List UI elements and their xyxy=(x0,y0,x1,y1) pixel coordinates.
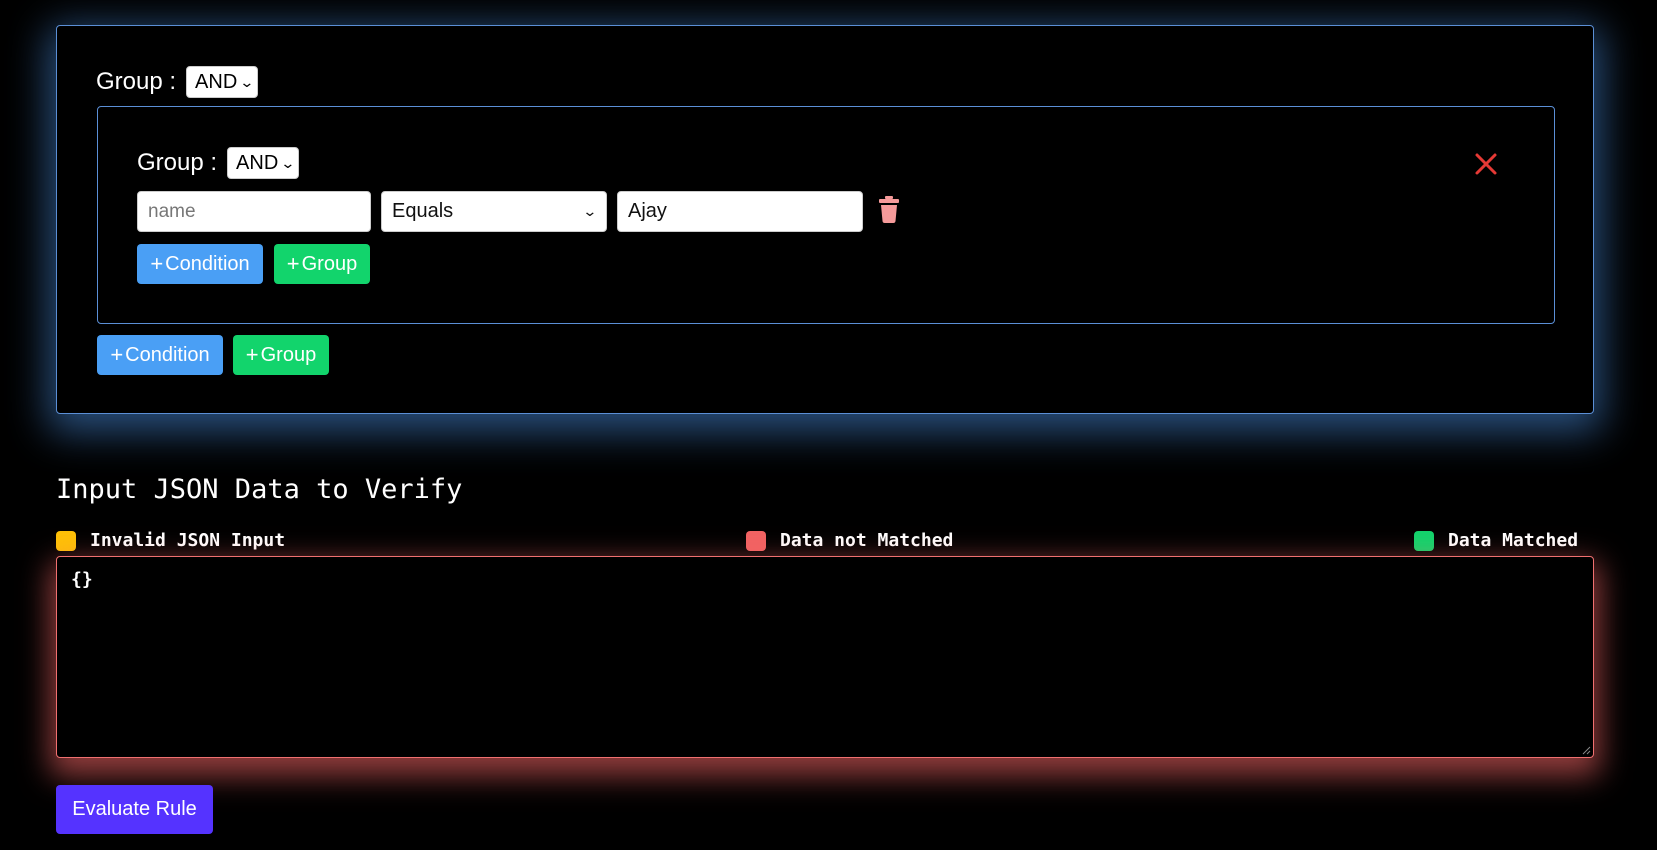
inner-add-condition-button[interactable]: + Condition xyxy=(137,244,263,284)
inner-add-condition-label: Condition xyxy=(165,252,250,275)
legend-not-matched-label: Data not Matched xyxy=(780,530,954,551)
inner-rule-group: Group : AND ⌄ name Equals ⌄ Ajay + Condi… xyxy=(97,106,1555,324)
json-section-title: Input JSON Data to Verify xyxy=(56,474,463,505)
outer-add-group-button[interactable]: + Group xyxy=(233,335,329,375)
legend-matched: Data Matched xyxy=(1414,530,1578,551)
inner-group-logic-value: AND xyxy=(236,151,279,174)
close-icon[interactable] xyxy=(1474,152,1498,176)
legend-swatch-red xyxy=(746,530,766,551)
plus-icon: + xyxy=(286,251,300,276)
inner-group-logic-select[interactable]: AND ⌄ xyxy=(227,147,300,179)
inner-add-group-label: Group xyxy=(301,252,358,275)
legend-not-matched: Data not Matched xyxy=(746,530,953,551)
legend-swatch-yellow xyxy=(56,530,76,551)
outer-add-condition-button[interactable]: + Condition xyxy=(97,335,223,375)
condition-field-placeholder: name xyxy=(148,200,196,222)
chevron-down-icon: ⌄ xyxy=(280,154,296,171)
condition-value-text: Ajay xyxy=(628,200,667,222)
legend-swatch-green xyxy=(1414,530,1434,551)
outer-group-logic-value: AND xyxy=(195,70,238,93)
json-input-textarea[interactable]: {} xyxy=(56,556,1594,758)
outer-add-group-label: Group xyxy=(260,343,317,366)
outer-group-label: Group : xyxy=(96,68,177,95)
condition-value-input[interactable]: Ajay xyxy=(617,191,863,232)
legend-invalid-json-label: Invalid JSON Input xyxy=(90,530,286,551)
evaluate-rule-button[interactable]: Evaluate Rule xyxy=(56,785,213,834)
condition-field-input[interactable]: name xyxy=(137,191,371,232)
trash-icon[interactable] xyxy=(879,196,899,223)
chevron-down-icon: ⌄ xyxy=(582,203,598,219)
condition-operator-value: Equals xyxy=(392,200,454,222)
inner-group-label: Group : xyxy=(137,149,218,176)
resize-handle-icon[interactable] xyxy=(1581,745,1591,755)
inner-add-group-button[interactable]: + Group xyxy=(274,244,370,284)
condition-operator-select[interactable]: Equals ⌄ xyxy=(381,191,607,232)
inner-group-header: Group : AND ⌄ xyxy=(137,147,300,179)
plus-icon: + xyxy=(245,342,259,367)
outer-group-header: Group : AND ⌄ xyxy=(96,66,259,98)
legend-matched-label: Data Matched xyxy=(1448,530,1579,551)
json-input-value: {} xyxy=(71,569,93,590)
outer-group-logic-select[interactable]: AND ⌄ xyxy=(186,66,259,98)
legend-invalid-json: Invalid JSON Input xyxy=(56,530,285,551)
plus-icon: + xyxy=(110,342,124,367)
outer-rule-group: Group : AND ⌄ Group : AND ⌄ name Equals … xyxy=(56,25,1594,414)
outer-add-condition-label: Condition xyxy=(125,343,210,366)
plus-icon: + xyxy=(150,251,164,276)
chevron-down-icon: ⌄ xyxy=(239,73,255,90)
